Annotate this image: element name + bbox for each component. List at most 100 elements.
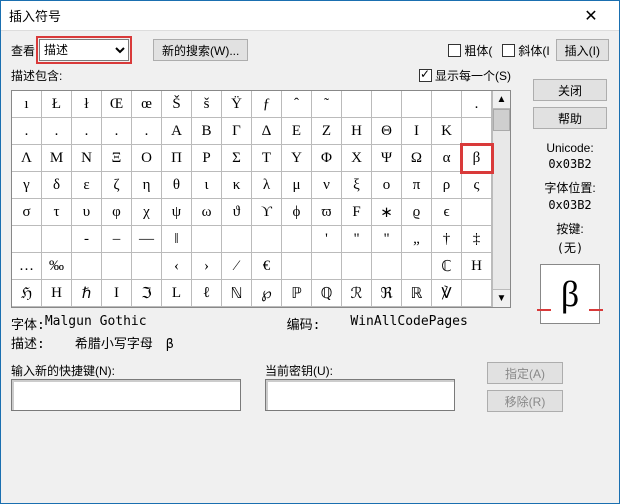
assign-button[interactable]: 指定(A) [487, 362, 563, 384]
grid-cell[interactable]: " [372, 226, 402, 253]
grid-cell[interactable]: ‖ [162, 226, 192, 253]
grid-cell[interactable]: „ [402, 226, 432, 253]
grid-cell[interactable]: ℚ [312, 280, 342, 307]
grid-cell[interactable]: ℏ [72, 280, 102, 307]
grid-cell[interactable]: ł [72, 91, 102, 118]
grid-cell[interactable] [462, 280, 492, 307]
grid-cell[interactable] [282, 226, 312, 253]
grid-cell[interactable]: Κ [432, 118, 462, 145]
grid-cell[interactable]: π [402, 172, 432, 199]
grid-cell[interactable]: ο [372, 172, 402, 199]
grid-cell[interactable]: Ε [282, 118, 312, 145]
grid-cell[interactable]: Π [162, 145, 192, 172]
grid-cell[interactable]: γ [12, 172, 42, 199]
grid-cell[interactable]: - [72, 226, 102, 253]
close-button[interactable]: 关闭 [533, 79, 607, 101]
grid-cell[interactable]: ϒ [252, 199, 282, 226]
grid-cell[interactable]: … [12, 253, 42, 280]
grid-cell[interactable]: L [162, 280, 192, 307]
grid-cell[interactable]: I [102, 280, 132, 307]
grid-cell[interactable]: λ [252, 172, 282, 199]
grid-cell[interactable]: . [72, 118, 102, 145]
grid-cell[interactable]: Ω [402, 145, 432, 172]
new-search-button[interactable]: 新的搜索(W)... [153, 39, 248, 61]
grid-cell[interactable]: Ρ [192, 145, 222, 172]
grid-cell[interactable]: . [102, 118, 132, 145]
grid-cell[interactable] [132, 253, 162, 280]
grid-cell[interactable]: ϖ [312, 199, 342, 226]
grid-cell[interactable]: ' [312, 226, 342, 253]
grid-cell[interactable]: ℌ [12, 280, 42, 307]
grid-cell[interactable] [372, 91, 402, 118]
grid-cell[interactable]: Œ [102, 91, 132, 118]
grid-cell[interactable]: ℑ [132, 280, 162, 307]
grid-cell[interactable]: θ [162, 172, 192, 199]
grid-cell[interactable]: ℜ [372, 280, 402, 307]
grid-cell[interactable]: η [132, 172, 162, 199]
grid-cell[interactable]: ‡ [462, 226, 492, 253]
grid-cell[interactable]: ϵ [432, 199, 462, 226]
grid-cell[interactable]: υ [72, 199, 102, 226]
grid-cell[interactable]: Ζ [312, 118, 342, 145]
grid-cell[interactable]: Θ [372, 118, 402, 145]
grid-cell[interactable]: › [192, 253, 222, 280]
grid-cell[interactable]: . [12, 118, 42, 145]
grid-cell[interactable] [372, 253, 402, 280]
grid-cell[interactable] [72, 253, 102, 280]
new-hotkey-input[interactable] [11, 379, 241, 411]
grid-cell[interactable] [432, 91, 462, 118]
scroll-up-icon[interactable]: ▲ [493, 91, 510, 109]
scrollbar[interactable]: ▲ ▼ [492, 91, 510, 307]
grid-cell[interactable]: ℛ [342, 280, 372, 307]
grid-cell[interactable]: ˆ [282, 91, 312, 118]
grid-cell[interactable]: Š [162, 91, 192, 118]
grid-cell[interactable]: ω [192, 199, 222, 226]
grid-cell[interactable]: ξ [342, 172, 372, 199]
grid-cell[interactable]: σ [12, 199, 42, 226]
grid-cell[interactable]: " [342, 226, 372, 253]
grid-cell[interactable]: β [462, 145, 492, 172]
grid-cell[interactable] [462, 118, 492, 145]
grid-cell[interactable]: Ξ [102, 145, 132, 172]
grid-cell[interactable]: ε [72, 172, 102, 199]
grid-cell[interactable] [252, 226, 282, 253]
grid-cell[interactable]: ϕ [282, 199, 312, 226]
grid-cell[interactable]: δ [42, 172, 72, 199]
grid-cell[interactable]: Υ [282, 145, 312, 172]
italic-checkbox[interactable]: 斜体(I [502, 42, 549, 59]
grid-cell[interactable]: ℣ [432, 280, 462, 307]
grid-cell[interactable]: œ [132, 91, 162, 118]
grid-cell[interactable]: F [342, 199, 372, 226]
current-key-input[interactable] [265, 379, 455, 411]
grid-cell[interactable]: Ÿ [222, 91, 252, 118]
grid-cell[interactable]: ℂ [432, 253, 462, 280]
grid-cell[interactable]: κ [222, 172, 252, 199]
grid-cell[interactable]: Μ [42, 145, 72, 172]
grid-cell[interactable]: ˜ [312, 91, 342, 118]
grid-cell[interactable] [312, 253, 342, 280]
help-button[interactable]: 帮助 [533, 107, 607, 129]
grid-cell[interactable]: Δ [252, 118, 282, 145]
grid-cell[interactable]: Γ [222, 118, 252, 145]
show-each-checkbox[interactable]: 显示每一个(S) [419, 67, 511, 84]
grid-cell[interactable]: μ [282, 172, 312, 199]
grid-cell[interactable]: ϱ [402, 199, 432, 226]
grid-cell[interactable]: Σ [222, 145, 252, 172]
grid-cell[interactable]: ∗ [372, 199, 402, 226]
grid-cell[interactable]: ‹ [162, 253, 192, 280]
grid-cell[interactable]: ℙ [282, 280, 312, 307]
grid-cell[interactable]: ζ [102, 172, 132, 199]
grid-cell[interactable] [12, 226, 42, 253]
remove-button[interactable]: 移除(R) [487, 390, 563, 412]
grid-cell[interactable] [462, 199, 492, 226]
grid-cell[interactable]: Τ [252, 145, 282, 172]
insert-button[interactable]: 插入(I) [556, 39, 609, 61]
grid-cell[interactable]: Ł [42, 91, 72, 118]
grid-cell[interactable]: Χ [342, 145, 372, 172]
grid-cell[interactable] [342, 253, 372, 280]
grid-cell[interactable]: Β [192, 118, 222, 145]
grid-cell[interactable]: ψ [162, 199, 192, 226]
grid-cell[interactable]: χ [132, 199, 162, 226]
close-icon[interactable]: ✕ [571, 6, 611, 26]
grid-cell[interactable] [192, 226, 222, 253]
